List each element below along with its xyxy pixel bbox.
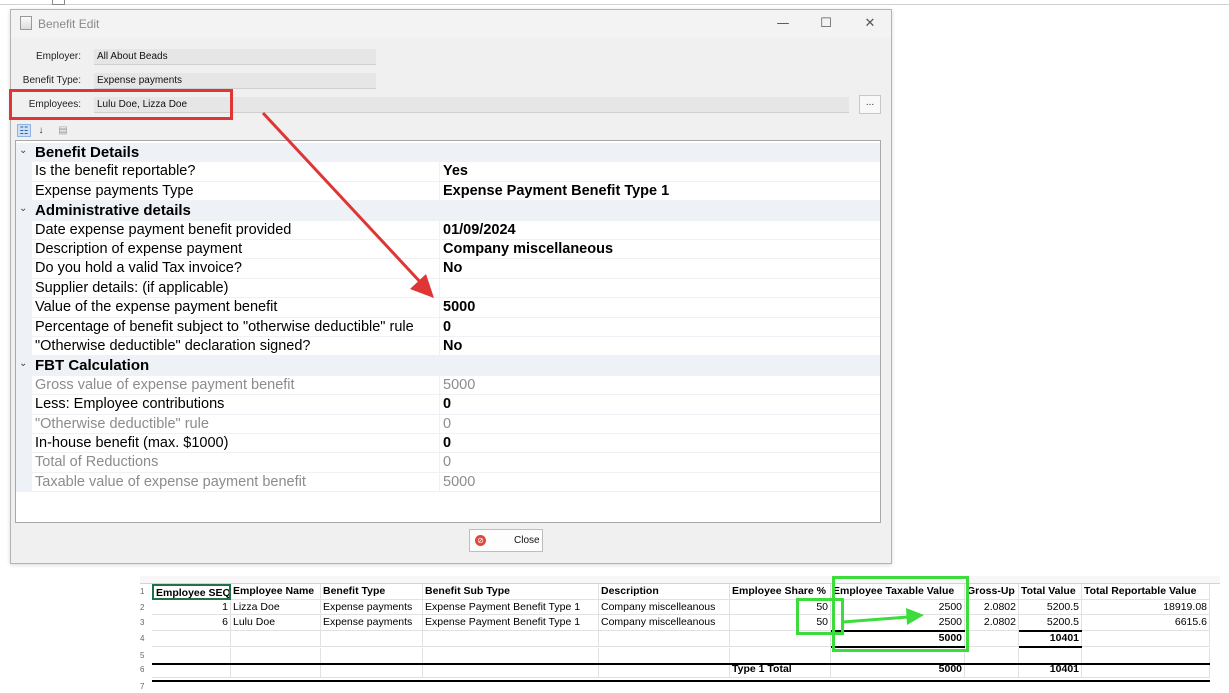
row-number[interactable]: 1: [140, 587, 150, 596]
sheet-header-cell[interactable]: Gross-Up: [965, 584, 1019, 600]
row-number[interactable]: 4: [140, 634, 150, 643]
sheet-data-cell[interactable]: 5200.5: [1019, 615, 1082, 631]
sheet-data-cell[interactable]: 6615.6: [1082, 615, 1210, 631]
sheet-data-cell[interactable]: 18919.08: [1082, 599, 1210, 615]
row-number[interactable]: 2: [140, 603, 150, 612]
subtotal-bottom-border: [1019, 646, 1082, 648]
type-total-bottom-border: [152, 680, 1210, 682]
sheet-data-cell[interactable]: 1: [152, 599, 231, 615]
subtotal-top-border: [1019, 630, 1082, 632]
sheet-header-cell[interactable]: Total Reportable Value: [1082, 584, 1210, 600]
sheet-data-cell[interactable]: 6: [152, 615, 231, 631]
type-total-top-border: [152, 663, 1210, 665]
sheet-data-cell[interactable]: 2.0802: [965, 599, 1019, 615]
row-number[interactable]: 7: [140, 682, 150, 691]
sheet-empty-cell[interactable]: [152, 631, 231, 647]
sheet-data-cell[interactable]: Expense payments: [321, 599, 423, 615]
red-arrow-line: [261, 111, 425, 287]
sheet-data-cell[interactable]: Lizza Doe: [231, 599, 321, 615]
sheet-empty-cell[interactable]: [231, 631, 321, 647]
sheet-data-cell[interactable]: 2.0802: [965, 615, 1019, 631]
sheet-empty-cell[interactable]: [965, 631, 1019, 647]
sheet-empty-cell[interactable]: [423, 631, 599, 647]
row-number[interactable]: 5: [140, 651, 150, 660]
sheet-header-cell[interactable]: Total Value: [1019, 584, 1082, 600]
sheet-header-cell[interactable]: Description: [599, 584, 730, 600]
sheet-empty-cell[interactable]: [1082, 631, 1210, 647]
row-number[interactable]: 6: [140, 665, 150, 674]
sheet-header-cell[interactable]: Employee SEQ: [152, 584, 231, 600]
sheet-empty-cell[interactable]: [599, 631, 730, 647]
sheet-data-cell[interactable]: Lulu Doe: [231, 615, 321, 631]
column-header-strip: [140, 576, 1220, 584]
sheet-empty-cell[interactable]: [321, 631, 423, 647]
sheet-data-cell[interactable]: Company miscelleanous: [599, 599, 730, 615]
sheet-header-cell[interactable]: Employee Name: [231, 584, 321, 600]
row-number[interactable]: 3: [140, 618, 150, 627]
sheet-header-cell[interactable]: Benefit Type: [321, 584, 423, 600]
spreadsheet: 1 2 3 4 5 6 7 Employee SEQ Employee Name Benefit …: [140, 576, 1220, 693]
taxable-value-highlight-box: [832, 576, 969, 652]
sheet-header-cell[interactable]: Benefit Sub Type: [423, 584, 599, 600]
share-percent-highlight-box: [796, 598, 844, 635]
sheet-data-cell[interactable]: 5200.5: [1019, 599, 1082, 615]
sheet-data-cell[interactable]: Expense payments: [321, 615, 423, 631]
red-arrow-head: [410, 274, 434, 298]
sheet-data-cell[interactable]: Company miscelleanous: [599, 615, 730, 631]
subtotal-cell[interactable]: 10401: [1019, 631, 1082, 647]
sheet-data-cell[interactable]: Expense Payment Benefit Type 1: [423, 615, 599, 631]
sheet-data-cell[interactable]: Expense Payment Benefit Type 1: [423, 599, 599, 615]
